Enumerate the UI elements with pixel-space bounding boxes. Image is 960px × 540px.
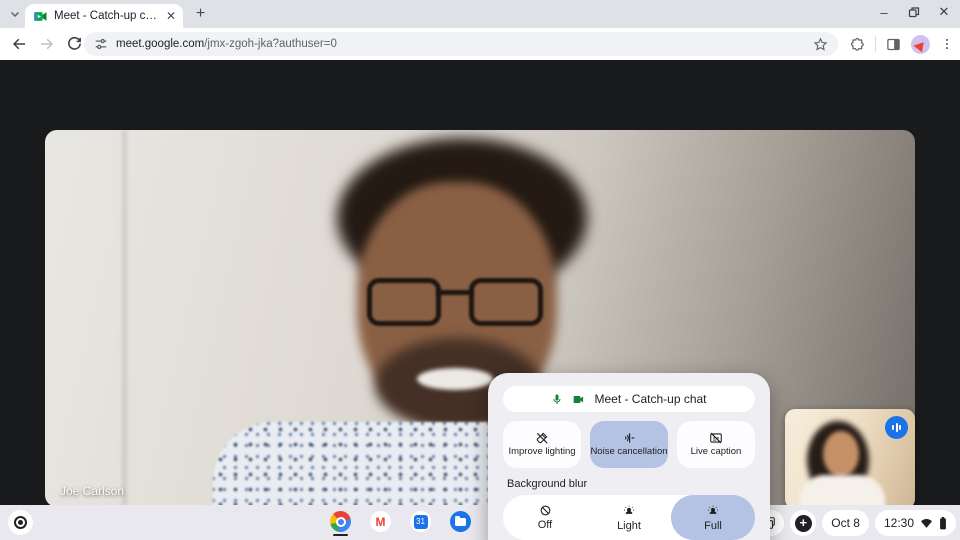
- battery-icon: [939, 517, 947, 530]
- meet-favicon-icon: [34, 11, 47, 22]
- camera-active-icon: [571, 393, 586, 406]
- mic-active-icon: [551, 393, 563, 406]
- extensions-icon[interactable]: [849, 36, 865, 52]
- close-window-icon[interactable]: ✕: [936, 4, 952, 20]
- popup-app-title: Meet - Catch-up chat: [594, 392, 706, 406]
- chromeos-screen: Meet - Catch-up chat ✕ + – ✕ meet.google…: [0, 0, 960, 540]
- new-tab-button[interactable]: +: [192, 6, 209, 23]
- blur-full-option[interactable]: Full: [671, 495, 755, 540]
- participant-name-label: Joe Carlson: [60, 484, 124, 498]
- app-icon-files[interactable]: [450, 511, 471, 532]
- browser-toolbar: meet.google.com/jmx-zgoh-jka?authuser=0: [0, 28, 960, 60]
- meet-page: Joe Carlson: [0, 60, 960, 505]
- popup-app-pill[interactable]: Meet - Catch-up chat: [503, 386, 755, 412]
- forward-icon[interactable]: [38, 35, 56, 53]
- url-path: /jmx-zgoh-jka?authuser=0: [204, 38, 337, 50]
- live-caption-icon: [709, 431, 723, 445]
- blur-full-icon: [706, 504, 720, 518]
- blur-light-icon: [622, 504, 636, 518]
- blur-off-icon: [539, 504, 552, 517]
- live-caption-label: Live caption: [691, 447, 742, 458]
- date-pill[interactable]: Oct 8: [822, 510, 869, 536]
- blur-off-option[interactable]: Off: [503, 495, 587, 540]
- minimize-window-icon[interactable]: –: [876, 4, 892, 20]
- noise-cancellation-button[interactable]: Noise cancellation: [590, 421, 668, 468]
- noise-cancellation-icon: [622, 431, 636, 445]
- tab-search-icon[interactable]: [6, 5, 24, 23]
- tab-title: Meet - Catch-up chat: [54, 10, 159, 22]
- status-area[interactable]: 12:30: [875, 510, 956, 536]
- profile-avatar[interactable]: [911, 35, 930, 54]
- date-text: Oct 8: [831, 516, 860, 530]
- blur-light-option[interactable]: Light: [587, 495, 671, 540]
- audio-level-badge: [885, 416, 908, 439]
- site-settings-icon[interactable]: [94, 37, 108, 51]
- improve-lighting-icon: [535, 431, 549, 445]
- toolbar-divider: [875, 36, 876, 52]
- improve-lighting-button[interactable]: Improve lighting: [503, 421, 581, 468]
- browser-tab-strip: Meet - Catch-up chat ✕ + – ✕: [0, 0, 960, 28]
- restore-window-icon[interactable]: [906, 4, 922, 20]
- app-icon-gmail[interactable]: M: [370, 511, 391, 532]
- back-icon[interactable]: [10, 35, 28, 53]
- side-panel-icon[interactable]: [886, 37, 901, 52]
- browser-menu-icon[interactable]: [940, 37, 954, 51]
- tray-add-button[interactable]: +: [790, 510, 816, 536]
- plus-icon: +: [795, 515, 812, 532]
- improve-lighting-label: Improve lighting: [508, 447, 575, 458]
- clock-text: 12:30: [884, 516, 914, 530]
- launcher-icon: [14, 516, 27, 529]
- background-blur-segmented-control: Off Light Full: [503, 495, 755, 540]
- self-view-tile[interactable]: [785, 409, 915, 509]
- app-icon-calendar[interactable]: 31: [410, 511, 431, 532]
- wifi-icon: [920, 518, 933, 529]
- background-wall: [123, 130, 126, 507]
- chromeos-shelf: M 31: [0, 505, 960, 540]
- tab-close-icon[interactable]: ✕: [166, 10, 176, 22]
- blur-off-label: Off: [538, 519, 552, 531]
- active-app-indicator: [333, 534, 348, 537]
- noise-cancellation-label: Noise cancellation: [590, 447, 667, 458]
- reload-icon[interactable]: [66, 35, 84, 53]
- blur-full-label: Full: [704, 520, 722, 532]
- address-bar[interactable]: meet.google.com/jmx-zgoh-jka?authuser=0: [84, 32, 838, 56]
- url-text: meet.google.com/jmx-zgoh-jka?authuser=0: [116, 38, 805, 50]
- app-icon-chrome[interactable]: [330, 511, 351, 532]
- media-quick-settings-popup: Meet - Catch-up chat Improve lighting No…: [488, 373, 770, 540]
- live-caption-button[interactable]: Live caption: [677, 421, 755, 468]
- url-domain: meet.google.com: [116, 38, 204, 50]
- background-blur-section-label: Background blur: [507, 478, 770, 490]
- active-tab[interactable]: Meet - Catch-up chat ✕: [25, 4, 183, 28]
- launcher-button[interactable]: [8, 510, 33, 535]
- blur-light-label: Light: [617, 520, 641, 532]
- bookmark-star-icon[interactable]: [813, 37, 828, 52]
